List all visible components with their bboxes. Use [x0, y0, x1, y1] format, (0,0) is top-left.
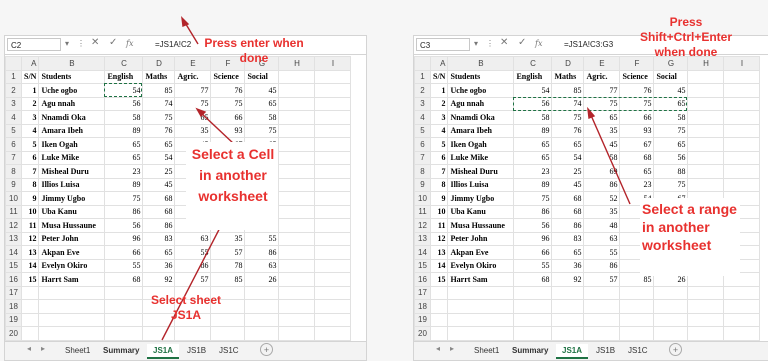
annotation-select-range: Select a range in another worksheet — [642, 201, 737, 253]
annotation-press-enter: Press enter when done — [204, 36, 304, 65]
annotation-select-range-box: Select a range in another worksheet — [640, 198, 740, 276]
annotation-select-cell-box: Select a Cell in another worksheet — [186, 142, 278, 230]
annotation-press-shift: Press Shift+Ctrl+Enter when done — [639, 15, 732, 59]
annotation-select-cell: Select a Cell in another worksheet — [191, 146, 275, 204]
annotation-select-sheet: Select sheet JS1A — [150, 293, 222, 322]
arrow-head — [587, 106, 596, 119]
arrow-to-cell-left — [199, 111, 235, 145]
arrow-head — [181, 16, 190, 27]
arrow-to-range-right — [589, 112, 631, 205]
